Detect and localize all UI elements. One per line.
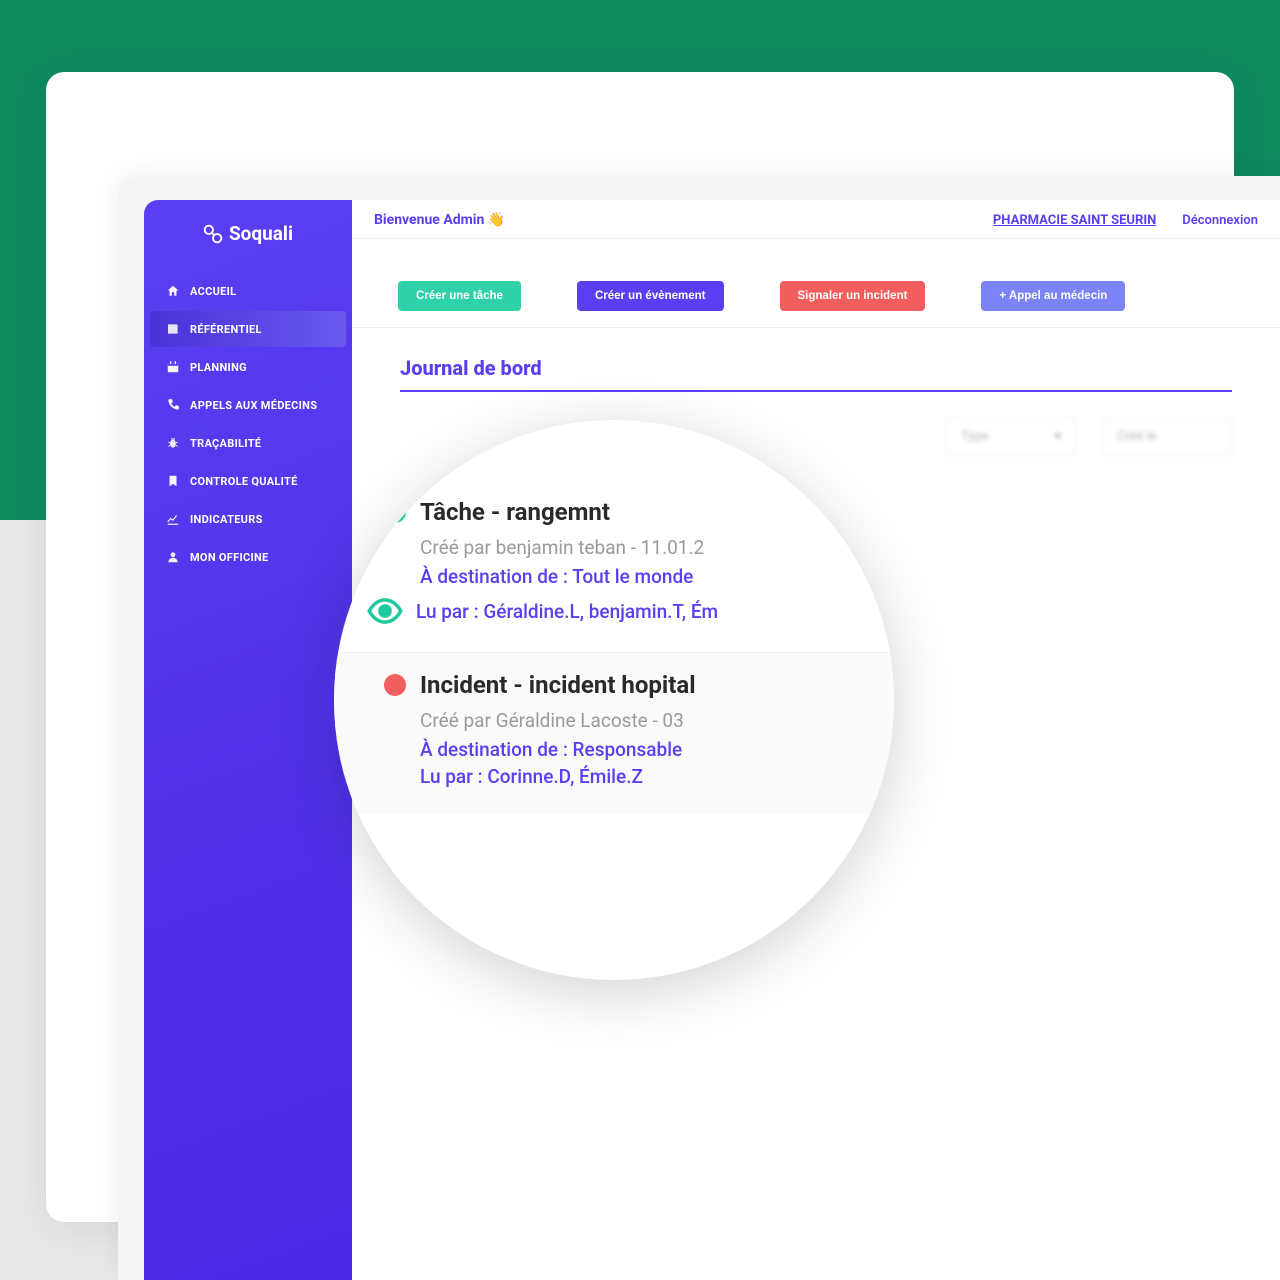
journal-entry-incident[interactable]: Incident - incident hopital Créé par Gér… xyxy=(334,652,894,814)
logout-link[interactable]: Déconnexion xyxy=(1182,213,1258,228)
journal-entry-task[interactable]: Tâche - rangemnt Créé par benjamin teban… xyxy=(374,480,864,652)
logo-icon xyxy=(203,224,223,244)
bookmark-icon xyxy=(166,474,180,488)
chevron-down-icon: ▾ xyxy=(1054,429,1061,444)
sidebar-item-label: TRAÇABILITÉ xyxy=(190,437,261,450)
sidebar-item-planning[interactable]: PLANNING xyxy=(150,349,346,385)
brand-logo[interactable]: Soquali xyxy=(144,222,352,245)
brand-name: Soquali xyxy=(229,222,293,245)
section-divider xyxy=(400,390,1232,392)
sidebar-item-label: ACCUEIL xyxy=(190,285,236,298)
phone-icon xyxy=(166,398,180,412)
section-title: Journal de bord xyxy=(400,356,1232,380)
calendar-icon xyxy=(166,360,180,374)
action-buttons-row: Créer une tâche Créer un évènement Signa… xyxy=(352,239,1280,328)
sidebar-item-label: PLANNING xyxy=(190,361,247,374)
entry-title: Tâche - rangemnt xyxy=(420,498,610,526)
magnifier-overlay: Tâche - rangemnt Créé par benjamin teban… xyxy=(334,420,894,980)
entry-title: Incident - incident hopital xyxy=(420,671,696,699)
entry-destination: À destination de : Tout le monde xyxy=(420,565,854,588)
create-event-button[interactable]: Créer un évènement xyxy=(577,281,724,311)
sidebar-item-label: CONTROLE QUALITÉ xyxy=(190,475,298,488)
status-dot-red xyxy=(384,674,406,696)
sidebar-item-controle[interactable]: CONTROLE QUALITÉ xyxy=(150,463,346,499)
report-incident-button[interactable]: Signaler un incident xyxy=(780,281,926,311)
topbar: Bienvenue Admin 👋 PHARMACIE SAINT SEURIN… xyxy=(352,200,1280,239)
filter-type-select[interactable]: Type ▾ xyxy=(946,418,1076,455)
sidebar-item-accueil[interactable]: ACCUEIL xyxy=(150,273,346,309)
greeting-text: Bienvenue Admin 👋 xyxy=(374,212,505,228)
entry-destination: À destination de : Responsable xyxy=(420,738,854,761)
sidebar-item-label: MON OFFICINE xyxy=(190,551,269,564)
chart-icon xyxy=(166,512,180,526)
create-task-button[interactable]: Créer une tâche xyxy=(398,281,521,311)
sidebar-item-label: RÉFÉRENTIEL xyxy=(190,323,262,336)
entry-read-row: Lu par : Géraldine.L, benjamin.T, Ém xyxy=(366,592,854,630)
sidebar-item-tracabilite[interactable]: TRAÇABILITÉ xyxy=(150,425,346,461)
call-doctor-button[interactable]: + Appel au médecin xyxy=(981,281,1125,311)
eye-icon xyxy=(366,592,404,630)
entry-read-by: Lu par : Géraldine.L, benjamin.T, Ém xyxy=(416,600,718,623)
topbar-right: PHARMACIE SAINT SEURIN Déconnexion xyxy=(993,213,1258,228)
book-icon xyxy=(166,322,180,336)
sidebar-item-appels[interactable]: APPELS AUX MÉDECINS xyxy=(150,387,346,423)
sidebar-item-indicateurs[interactable]: INDICATEURS xyxy=(150,501,346,537)
entry-created-by: Créé par Géraldine Lacoste - 03 xyxy=(420,709,854,732)
sidebar-item-officine[interactable]: MON OFFICINE xyxy=(150,539,346,575)
sidebar-item-referentiel[interactable]: RÉFÉRENTIEL xyxy=(150,311,346,347)
sidebar-item-label: INDICATEURS xyxy=(190,513,263,526)
filter-type-label: Type xyxy=(961,429,989,444)
pharmacy-link[interactable]: PHARMACIE SAINT SEURIN xyxy=(993,213,1156,228)
bug-icon xyxy=(166,436,180,450)
home-icon xyxy=(166,284,180,298)
sidebar-item-label: APPELS AUX MÉDECINS xyxy=(190,399,317,412)
filter-created-label: Créé le xyxy=(1117,429,1157,444)
filter-created-select[interactable]: Créé le xyxy=(1102,418,1232,455)
entry-read-by: Lu par : Corinne.D, Émile.Z xyxy=(420,765,854,788)
user-icon xyxy=(166,550,180,564)
entry-created-by: Créé par benjamin teban - 11.01.2 xyxy=(420,536,854,559)
sidebar: Soquali ACCUEIL RÉFÉRENTIEL PLANNING APP… xyxy=(144,200,352,1280)
